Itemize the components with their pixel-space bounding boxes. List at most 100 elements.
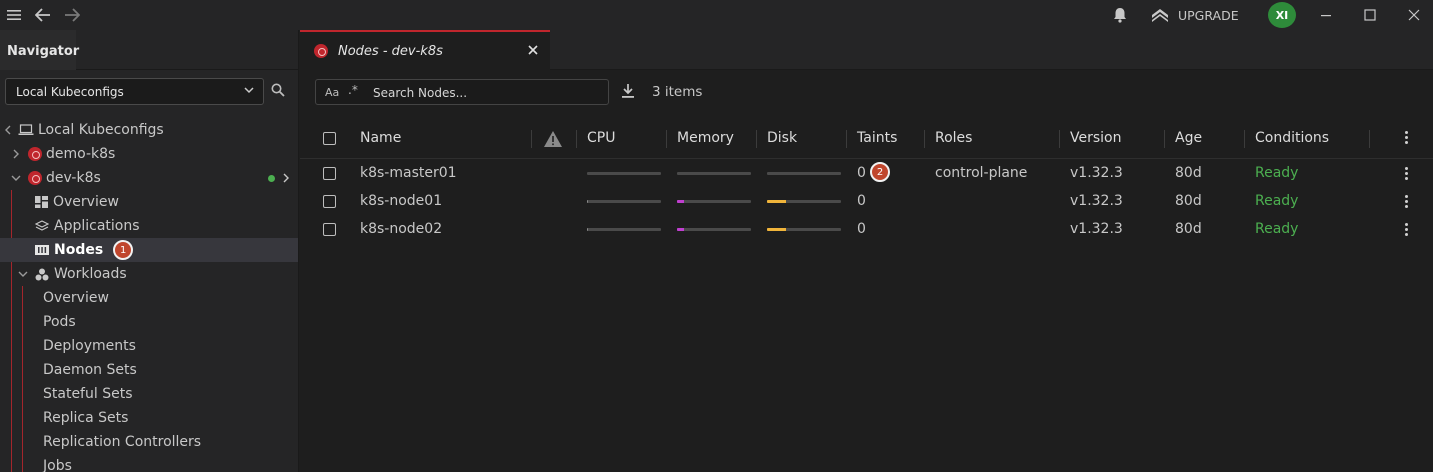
tree-item-jobs[interactable]: Jobs [0, 454, 298, 472]
kebab-icon[interactable] [1404, 223, 1410, 239]
tree-item-workloads-overview[interactable]: Overview [0, 286, 298, 310]
row-checkbox[interactable] [323, 195, 336, 208]
chevron-left-icon [2, 118, 14, 142]
avatar[interactable]: XI [1268, 2, 1296, 28]
search-icon[interactable] [271, 83, 291, 103]
column-separator[interactable] [1244, 130, 1245, 148]
column-header-cpu[interactable]: CPU [587, 130, 615, 146]
kubernetes-icon [314, 44, 328, 58]
tree-item-label: Pods [43, 314, 76, 330]
column-separator[interactable] [576, 130, 577, 148]
tree-item-label: Nodes [54, 242, 104, 258]
column-header-taints[interactable]: Taints [857, 130, 897, 146]
tab-nodes-dev-k8s[interactable]: Nodes - dev-k8s [300, 30, 550, 70]
tab-navigator[interactable]: Navigator [0, 30, 79, 70]
tree-item-applications[interactable]: Applications [0, 214, 298, 238]
cell-taints: 0 [857, 165, 866, 181]
table-row[interactable]: k8s-master01 0 2 control-plane v1.32.3 8… [300, 159, 1433, 187]
tree-item-pods[interactable]: Pods [0, 310, 298, 334]
tree-item-dev-k8s[interactable]: dev-k8s [0, 166, 298, 190]
row-checkbox[interactable] [323, 167, 336, 180]
match-case-toggle[interactable]: Aa [325, 86, 339, 99]
cell-name: k8s-node02 [360, 221, 443, 237]
column-header-disk[interactable]: Disk [767, 130, 797, 146]
column-separator[interactable] [1369, 130, 1370, 148]
memory-usage-fill [677, 200, 685, 203]
memory-usage-bar [677, 200, 751, 203]
maximize-icon[interactable] [1359, 4, 1381, 26]
column-header-age[interactable]: Age [1175, 130, 1202, 146]
search-nodes-field: Aa .* [315, 79, 609, 105]
kebab-icon[interactable] [1404, 131, 1410, 147]
tree-item-stateful-sets[interactable]: Stateful Sets [0, 382, 298, 406]
tab-label: Nodes - dev-k8s [338, 43, 443, 59]
connected-status-dot [268, 175, 275, 182]
table-row[interactable]: k8s-node02 0 v1.32.3 80d Ready [300, 215, 1433, 243]
download-icon[interactable] [621, 83, 637, 101]
kebab-icon[interactable] [1404, 195, 1410, 211]
close-icon[interactable] [528, 43, 538, 59]
close-icon[interactable] [1403, 4, 1425, 26]
cell-version: v1.32.3 [1070, 221, 1123, 237]
column-separator[interactable] [1059, 130, 1060, 148]
cell-name: k8s-master01 [360, 165, 457, 181]
disk-usage-bar [767, 200, 841, 203]
cell-conditions: Ready [1255, 165, 1299, 181]
column-separator[interactable] [924, 130, 925, 148]
context-select-value: Local Kubeconfigs [16, 85, 124, 99]
menu-icon[interactable] [4, 5, 24, 25]
column-separator[interactable] [846, 130, 847, 148]
kubernetes-icon [28, 171, 42, 185]
table-row[interactable]: k8s-node01 0 v1.32.3 80d Ready [300, 187, 1433, 215]
back-arrow-icon[interactable] [33, 5, 53, 25]
bell-icon[interactable] [1110, 5, 1130, 25]
column-header-memory[interactable]: Memory [677, 130, 734, 146]
row-checkbox[interactable] [323, 223, 336, 236]
column-separator[interactable] [1164, 130, 1165, 148]
select-all-checkbox[interactable] [323, 132, 336, 145]
navigator-tree: Local Kubeconfigs demo-k8s dev-k8s Overv… [0, 118, 298, 472]
column-header-roles[interactable]: Roles [935, 130, 972, 146]
context-select[interactable]: Local Kubeconfigs [5, 78, 264, 105]
tree-item-replica-sets[interactable]: Replica Sets [0, 406, 298, 430]
warning-icon[interactable] [543, 130, 563, 152]
workloads-icon [35, 268, 49, 281]
tree-item-local-kubeconfigs[interactable]: Local Kubeconfigs [0, 118, 298, 142]
tree-item-overview[interactable]: Overview [0, 190, 298, 214]
tree-item-replication-controllers[interactable]: Replication Controllers [0, 430, 298, 454]
cell-name: k8s-node01 [360, 193, 443, 209]
table-header: Name CPU Memory Disk Taints Roles Versio… [300, 119, 1433, 159]
tree-item-demo-k8s[interactable]: demo-k8s [0, 142, 298, 166]
column-separator[interactable] [756, 130, 757, 148]
column-separator[interactable] [531, 130, 532, 148]
tree-item-label: Deployments [43, 338, 136, 354]
laptop-icon [18, 124, 34, 136]
column-header-name[interactable]: Name [360, 130, 401, 146]
cpu-usage-bar [587, 228, 661, 231]
memory-usage-bar [677, 172, 751, 175]
title-bar: UPGRADE XI [0, 0, 1433, 30]
regex-toggle[interactable]: .* [348, 83, 358, 97]
kubernetes-icon [28, 147, 42, 161]
tree-item-label: Local Kubeconfigs [38, 122, 164, 138]
items-count: 3 items [652, 84, 703, 100]
forward-arrow-icon[interactable] [62, 5, 82, 25]
column-header-conditions[interactable]: Conditions [1255, 130, 1329, 146]
cell-age: 80d [1175, 165, 1202, 181]
tab-bar: Nodes - dev-k8s [300, 30, 1433, 70]
tree-item-nodes[interactable]: Nodes 1 [0, 238, 298, 262]
disk-usage-bar [767, 228, 841, 231]
tree-item-deployments[interactable]: Deployments [0, 334, 298, 358]
cell-version: v1.32.3 [1070, 165, 1123, 181]
kebab-icon[interactable] [1404, 167, 1410, 183]
minimize-icon[interactable] [1315, 4, 1337, 26]
tree-item-workloads[interactable]: Workloads [0, 262, 298, 286]
upgrade-button[interactable]: UPGRADE [1150, 5, 1239, 25]
layers-icon [35, 220, 49, 232]
column-header-version[interactable]: Version [1070, 130, 1121, 146]
tree-item-daemon-sets[interactable]: Daemon Sets [0, 358, 298, 382]
column-separator[interactable] [666, 130, 667, 148]
cell-age: 80d [1175, 221, 1202, 237]
cpu-usage-bar [587, 200, 661, 203]
search-input[interactable] [373, 84, 603, 102]
